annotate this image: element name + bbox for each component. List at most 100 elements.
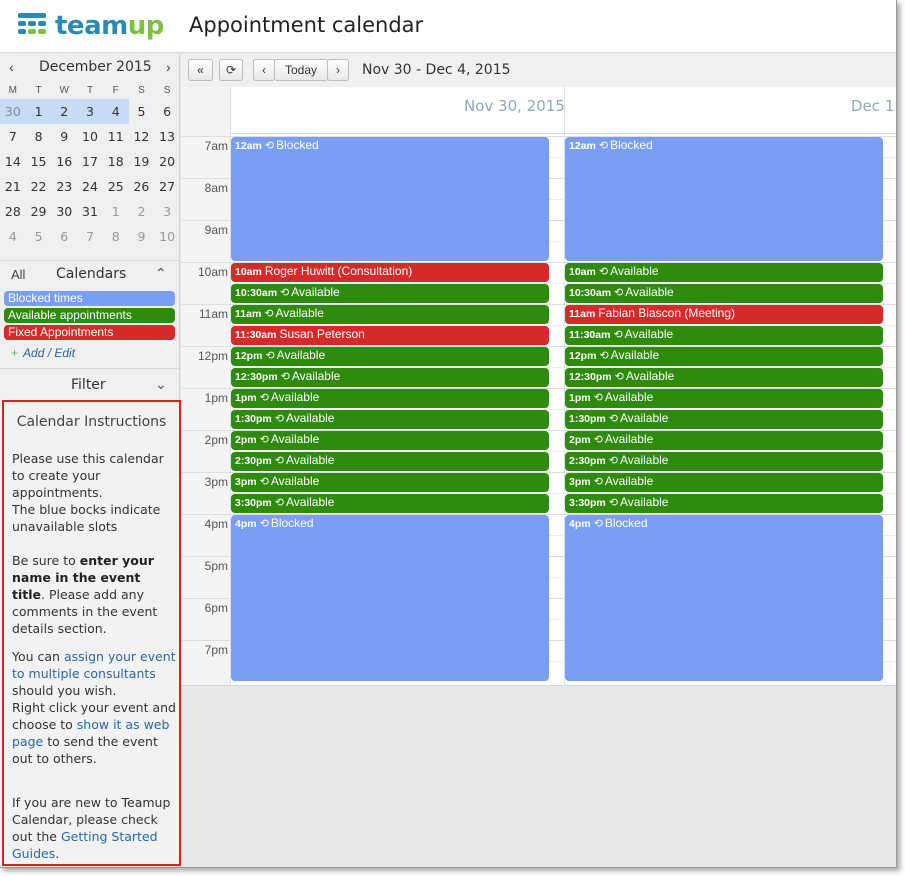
event-available[interactable]: 3:30pm ⟲ Available bbox=[565, 494, 883, 513]
mini-calendar-day[interactable]: 11 bbox=[103, 124, 129, 149]
day-header-2[interactable]: Dec 1 bbox=[851, 97, 894, 115]
mini-calendar-day[interactable]: 7 bbox=[0, 124, 26, 149]
event-blocked[interactable]: 12am ⟲ Blocked bbox=[565, 137, 883, 261]
mini-calendar-day[interactable]: 4 bbox=[102, 99, 129, 124]
mini-calendar-day[interactable]: 7 bbox=[77, 224, 103, 249]
time-label: 12pm bbox=[197, 349, 228, 363]
mini-calendar-day[interactable]: 2 bbox=[51, 99, 78, 124]
mini-calendar-day[interactable]: 16 bbox=[51, 149, 77, 174]
calendars-all-toggle[interactable]: All bbox=[11, 267, 25, 282]
filter-header[interactable]: Filter ⌄ bbox=[0, 368, 180, 398]
mini-calendar-day[interactable]: 17 bbox=[77, 149, 103, 174]
event-blocked[interactable]: 4pm ⟲ Blocked bbox=[231, 515, 549, 681]
event-fixed[interactable]: 10am Roger Huwitt (Consultation) bbox=[231, 263, 549, 282]
mini-calendar-day[interactable]: 3 bbox=[154, 199, 180, 224]
event-available[interactable]: 3pm ⟲ Available bbox=[231, 473, 549, 492]
chevron-right-icon[interactable]: › bbox=[166, 59, 171, 75]
event-available[interactable]: 1pm ⟲ Available bbox=[231, 389, 549, 408]
event-available[interactable]: 12pm ⟲ Available bbox=[565, 347, 883, 366]
today-button[interactable]: Today bbox=[274, 59, 328, 81]
event-blocked[interactable]: 4pm ⟲ Blocked bbox=[565, 515, 883, 681]
mini-calendar-day[interactable]: 18 bbox=[103, 149, 129, 174]
event-available[interactable]: 2:30pm ⟲ Available bbox=[231, 452, 549, 471]
event-time: 11am bbox=[235, 308, 262, 320]
event-available[interactable]: 1pm ⟲ Available bbox=[565, 389, 883, 408]
add-edit-calendars-link[interactable]: + Add / Edit bbox=[11, 346, 75, 360]
mini-calendar-day[interactable]: 31 bbox=[77, 199, 103, 224]
mini-calendar-day[interactable]: 29 bbox=[26, 199, 52, 224]
mini-calendar-day[interactable]: 13 bbox=[154, 124, 180, 149]
mini-calendar-day[interactable]: 26 bbox=[129, 174, 155, 199]
event-available[interactable]: 1:30pm ⟲ Available bbox=[565, 410, 883, 429]
event-title: Blocked bbox=[276, 138, 319, 152]
mini-calendar-day[interactable]: 23 bbox=[51, 174, 77, 199]
prev-week-button[interactable]: ‹ bbox=[253, 59, 275, 81]
event-available[interactable]: 2pm ⟲ Available bbox=[231, 431, 549, 450]
mini-calendar-day[interactable]: 21 bbox=[0, 174, 26, 199]
event-available[interactable]: 10:30am ⟲ Available bbox=[565, 284, 883, 303]
mini-calendar-day[interactable]: 24 bbox=[77, 174, 103, 199]
event-available[interactable]: 2pm ⟲ Available bbox=[565, 431, 883, 450]
refresh-icon[interactable]: ⟳ bbox=[219, 59, 243, 81]
calendar-item[interactable]: Available appointments bbox=[4, 308, 175, 323]
teamup-logo[interactable]: teamup bbox=[18, 11, 164, 41]
mini-calendar-day[interactable]: 6 bbox=[154, 99, 180, 124]
mini-calendar-day[interactable]: 1 bbox=[25, 99, 52, 124]
mini-calendar-day[interactable]: 4 bbox=[0, 224, 26, 249]
event-available[interactable]: 10:30am ⟲ Available bbox=[231, 284, 549, 303]
mini-calendar-day[interactable]: 10 bbox=[77, 124, 103, 149]
mini-calendar-day[interactable]: 27 bbox=[154, 174, 180, 199]
mini-calendar-day[interactable]: 22 bbox=[26, 174, 52, 199]
recurring-icon: ⟲ bbox=[593, 434, 603, 446]
mini-calendar-day[interactable]: 28 bbox=[0, 199, 26, 224]
mini-calendar-day[interactable]: 2 bbox=[129, 199, 155, 224]
next-week-button[interactable]: › bbox=[327, 59, 349, 81]
calendar-item[interactable]: Fixed Appointments bbox=[4, 325, 175, 340]
event-available[interactable]: 12pm ⟲ Available bbox=[231, 347, 549, 366]
date-range-label: Nov 30 - Dec 4, 2015 bbox=[362, 62, 511, 78]
event-available[interactable]: 11:30am ⟲ Available bbox=[565, 326, 883, 345]
mini-calendar-day[interactable]: 6 bbox=[51, 224, 77, 249]
mini-calendar-day[interactable]: 30 bbox=[0, 99, 26, 124]
event-available[interactable]: 3pm ⟲ Available bbox=[565, 473, 883, 492]
mini-calendar-day[interactable]: 1 bbox=[103, 199, 129, 224]
mini-calendar-day[interactable]: 9 bbox=[51, 124, 77, 149]
double-chevron-left-icon[interactable]: « bbox=[188, 59, 213, 81]
recurring-icon: ⟲ bbox=[593, 518, 603, 530]
event-available[interactable]: 1:30pm ⟲ Available bbox=[231, 410, 549, 429]
filter-title: Filter bbox=[71, 377, 106, 393]
time-label: 2pm bbox=[204, 433, 228, 447]
mini-calendar-day[interactable]: 20 bbox=[154, 149, 180, 174]
mini-calendar-day[interactable]: 30 bbox=[51, 199, 77, 224]
event-fixed[interactable]: 11:30am Susan Peterson bbox=[231, 326, 549, 345]
logo-text: teamup bbox=[55, 11, 164, 41]
mini-calendar-day[interactable]: 8 bbox=[26, 124, 52, 149]
event-blocked[interactable]: 12am ⟲ Blocked bbox=[231, 137, 549, 261]
mini-calendar-day[interactable]: 8 bbox=[103, 224, 129, 249]
event-available[interactable]: 2:30pm ⟲ Available bbox=[565, 452, 883, 471]
calendar-item[interactable]: Blocked times bbox=[4, 291, 175, 306]
chevron-left-icon[interactable]: ‹ bbox=[9, 59, 14, 75]
mini-calendar-day[interactable]: 9 bbox=[129, 224, 155, 249]
event-available[interactable]: 10am ⟲ Available bbox=[565, 263, 883, 282]
weekday-label: T bbox=[35, 85, 42, 96]
mini-calendar-day[interactable]: 25 bbox=[103, 174, 129, 199]
mini-calendar-day[interactable]: 3 bbox=[77, 99, 103, 124]
event-available[interactable]: 3:30pm ⟲ Available bbox=[231, 494, 549, 513]
recurring-icon: ⟲ bbox=[613, 329, 623, 341]
mini-calendar-day[interactable]: 15 bbox=[26, 149, 52, 174]
mini-calendar-month[interactable]: December 2015 bbox=[39, 59, 152, 75]
mini-calendar-day[interactable]: 5 bbox=[129, 99, 155, 124]
mini-calendar-day[interactable]: 5 bbox=[26, 224, 52, 249]
event-available[interactable]: 11am ⟲ Available bbox=[231, 305, 549, 324]
event-time: 11:30am bbox=[569, 329, 611, 341]
event-available[interactable]: 12:30pm ⟲ Available bbox=[565, 368, 883, 387]
mini-calendar-day[interactable]: 14 bbox=[0, 149, 26, 174]
event-available[interactable]: 12:30pm ⟲ Available bbox=[231, 368, 549, 387]
event-fixed[interactable]: 11am Fabian Biascon (Meeting) bbox=[565, 305, 883, 324]
chevron-up-icon[interactable]: ⌃ bbox=[155, 265, 167, 282]
mini-calendar-day[interactable]: 19 bbox=[129, 149, 155, 174]
mini-calendar-day[interactable]: 10 bbox=[154, 224, 180, 249]
day-header-1[interactable]: Nov 30, 2015 bbox=[464, 97, 565, 115]
mini-calendar-day[interactable]: 12 bbox=[129, 124, 155, 149]
